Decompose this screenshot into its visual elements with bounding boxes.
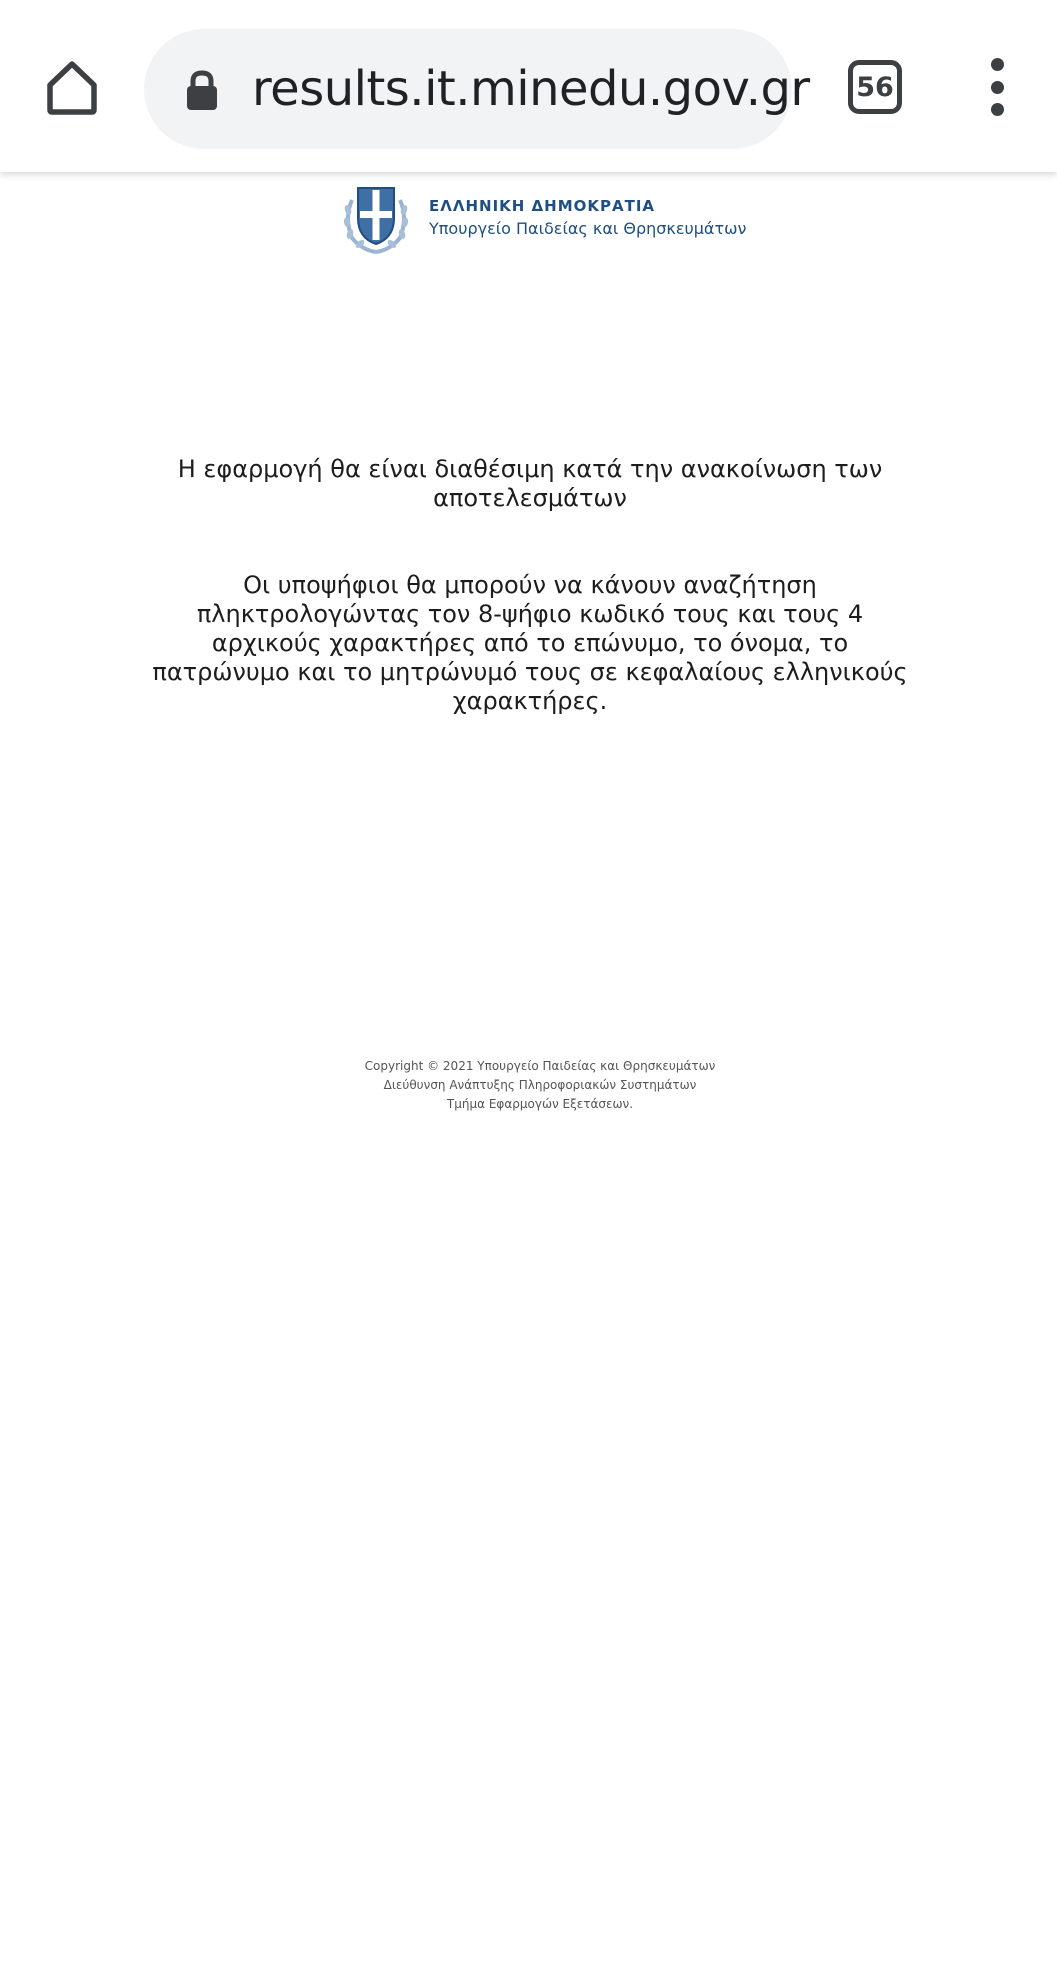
- footer-section: Τμήμα Εφαρμογών Εξετάσεων.: [446, 1097, 634, 1111]
- footer-copyright: Copyright © 2021 Υπουργείο Παιδείας και …: [364, 1059, 716, 1073]
- logo-title: ΕΛΛΗΝΙΚΗ ΔΗΜΟΚΡΑΤΙΑ: [429, 197, 656, 215]
- footer-department: Διεύθυνση Ανάπτυξης Πληροφοριακών Συστημ…: [383, 1078, 697, 1092]
- menu-dot: [990, 80, 1004, 94]
- page-footer: Copyright © 2021 Υπουργείο Παιδείας και …: [300, 1057, 780, 1114]
- lock-icon[interactable]: [184, 69, 220, 111]
- logo-text: ΕΛΛΗΝΙΚΗ ΔΗΜΟΚΡΑΤΙΑ Υπουργείο Παιδείας κ…: [429, 195, 746, 241]
- ministry-logo: ΕΛΛΗΝΙΚΗ ΔΗΜΟΚΡΑΤΙΑ Υπουργείο Παιδείας κ…: [338, 180, 746, 256]
- instructions-notice: Οι υποψήφιοι θα μπορούν να κάνουν αναζήτ…: [152, 571, 908, 715]
- tab-count: 56: [856, 71, 894, 103]
- coat-of-arms-icon: [343, 187, 409, 254]
- browser-toolbar: results.it.minedu.gov.gr 56: [0, 0, 1057, 172]
- logo-subtitle: Υπουργείο Παιδείας και Θρησκευμάτων: [429, 219, 747, 238]
- menu-dot: [990, 58, 1004, 71]
- url-text[interactable]: results.it.minedu.gov.gr: [252, 29, 810, 149]
- home-button[interactable]: [38, 54, 106, 122]
- address-bar[interactable]: results.it.minedu.gov.gr: [144, 29, 810, 149]
- more-vert-icon[interactable]: [970, 58, 1024, 116]
- availability-notice: Η εφαρμογή θα είναι διαθέσιμη κατά την α…: [177, 455, 883, 512]
- tab-switcher-button[interactable]: 56: [848, 60, 902, 114]
- home-icon: [47, 61, 97, 115]
- menu-dot: [990, 103, 1004, 116]
